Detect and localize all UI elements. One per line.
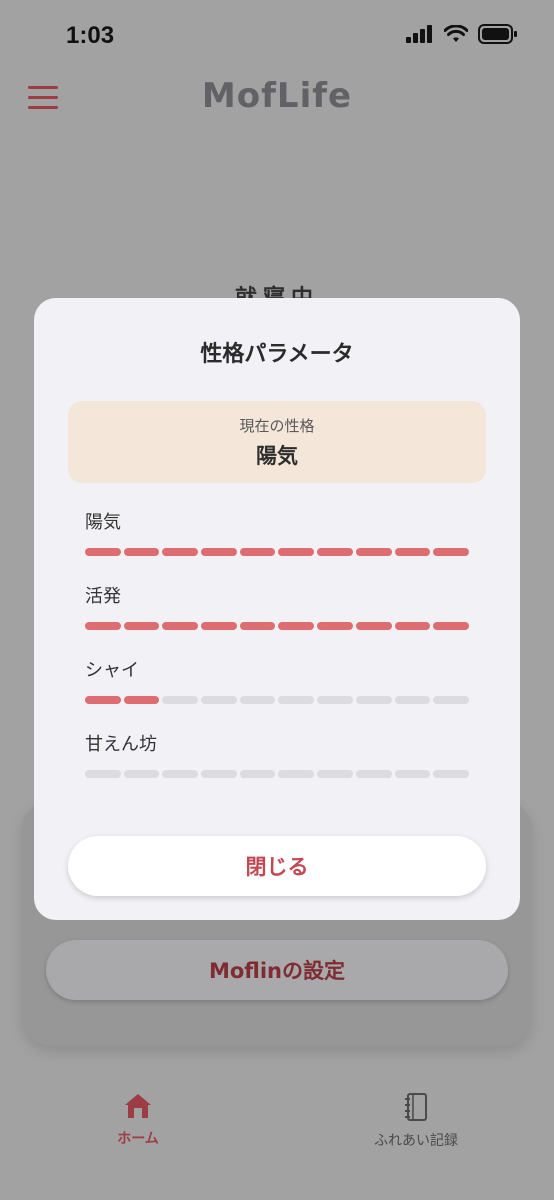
- param-label: 甘えん坊: [85, 734, 157, 755]
- battery-icon: [478, 24, 517, 44]
- level-segment-filled: [123, 696, 160, 704]
- level-segment-filled: [239, 622, 276, 630]
- param-bar: [85, 622, 469, 630]
- wifi-icon: [444, 25, 468, 42]
- status-icons: [406, 24, 518, 44]
- level-segment-filled: [239, 548, 276, 556]
- level-segment-empty: [355, 770, 392, 778]
- level-segment-filled: [162, 622, 199, 630]
- level-segment-empty: [355, 696, 392, 704]
- level-segment-empty: [201, 696, 237, 704]
- tab-home[interactable]: ホーム: [58, 1092, 218, 1148]
- current-personality-label: 現在の性格: [239, 417, 315, 435]
- status-bar: 1:03: [0, 0, 554, 70]
- tab-home-label: ホーム: [117, 1131, 159, 1147]
- level-segment-empty: [317, 770, 353, 778]
- level-segment-filled: [433, 622, 469, 630]
- param-bar: [85, 548, 469, 556]
- level-segment-filled: [123, 622, 160, 630]
- level-segment-filled: [278, 548, 315, 556]
- level-segment-empty: [123, 770, 160, 778]
- param-shy: シャイ: [85, 656, 469, 704]
- level-segment-filled: [355, 622, 392, 630]
- level-segment-filled: [317, 548, 353, 556]
- param-label: シャイ: [85, 660, 139, 681]
- current-personality-box: 現在の性格 陽気: [68, 401, 486, 483]
- param-bar: [85, 770, 469, 778]
- home-icon: [125, 1094, 151, 1118]
- level-segment-filled: [317, 622, 353, 630]
- level-segment-filled: [278, 622, 315, 630]
- close-button[interactable]: 閉じる: [68, 836, 486, 896]
- current-personality-value: 陽気: [256, 444, 298, 468]
- level-segment-empty: [239, 770, 276, 778]
- moflin-settings-button[interactable]: Moflinの設定: [46, 940, 508, 1000]
- level-segment-filled: [123, 548, 160, 556]
- level-segment-empty: [433, 696, 469, 704]
- level-segment-empty: [162, 696, 199, 704]
- param-label: 陽気: [85, 512, 121, 533]
- level-segment-filled: [85, 622, 121, 630]
- status-time: 1:03: [66, 22, 115, 49]
- level-segment-empty: [433, 770, 469, 778]
- modal-title: 性格パラメータ: [200, 342, 354, 367]
- level-segment-filled: [394, 548, 431, 556]
- level-segment-filled: [394, 622, 431, 630]
- level-segment-empty: [85, 770, 121, 778]
- param-active: 活発: [85, 582, 469, 630]
- app-title: MofLife: [201, 76, 353, 116]
- level-segment-empty: [317, 696, 353, 704]
- level-segment-filled: [433, 548, 469, 556]
- level-segment-empty: [162, 770, 199, 778]
- level-segment-filled: [85, 548, 121, 556]
- level-segment-filled: [162, 548, 199, 556]
- level-segment-empty: [394, 770, 431, 778]
- tab-records-label: ふれあい記録: [374, 1133, 458, 1149]
- param-cheerful: 陽気: [85, 508, 469, 556]
- level-segment-empty: [394, 696, 431, 704]
- param-label: 活発: [85, 586, 121, 607]
- notebook-icon: [405, 1093, 427, 1121]
- level-segment-empty: [278, 696, 315, 704]
- level-segment-filled: [201, 548, 237, 556]
- signal-icon: [406, 25, 432, 43]
- level-segment-filled: [85, 696, 121, 704]
- level-segment-empty: [278, 770, 315, 778]
- level-segment-filled: [355, 548, 392, 556]
- level-segment-filled: [201, 622, 237, 630]
- level-segment-empty: [239, 696, 276, 704]
- tab-bar: ホーム ふれあい記録: [0, 1080, 554, 1200]
- level-segment-empty: [201, 770, 237, 778]
- personality-modal: 性格パラメータ 現在の性格 陽気 陽気 活発 シャイ 甘えん坊 閉じる: [34, 298, 520, 920]
- param-spoiled: 甘えん坊: [85, 730, 469, 778]
- param-bar: [85, 696, 469, 704]
- tab-records[interactable]: ふれあい記録: [336, 1092, 496, 1150]
